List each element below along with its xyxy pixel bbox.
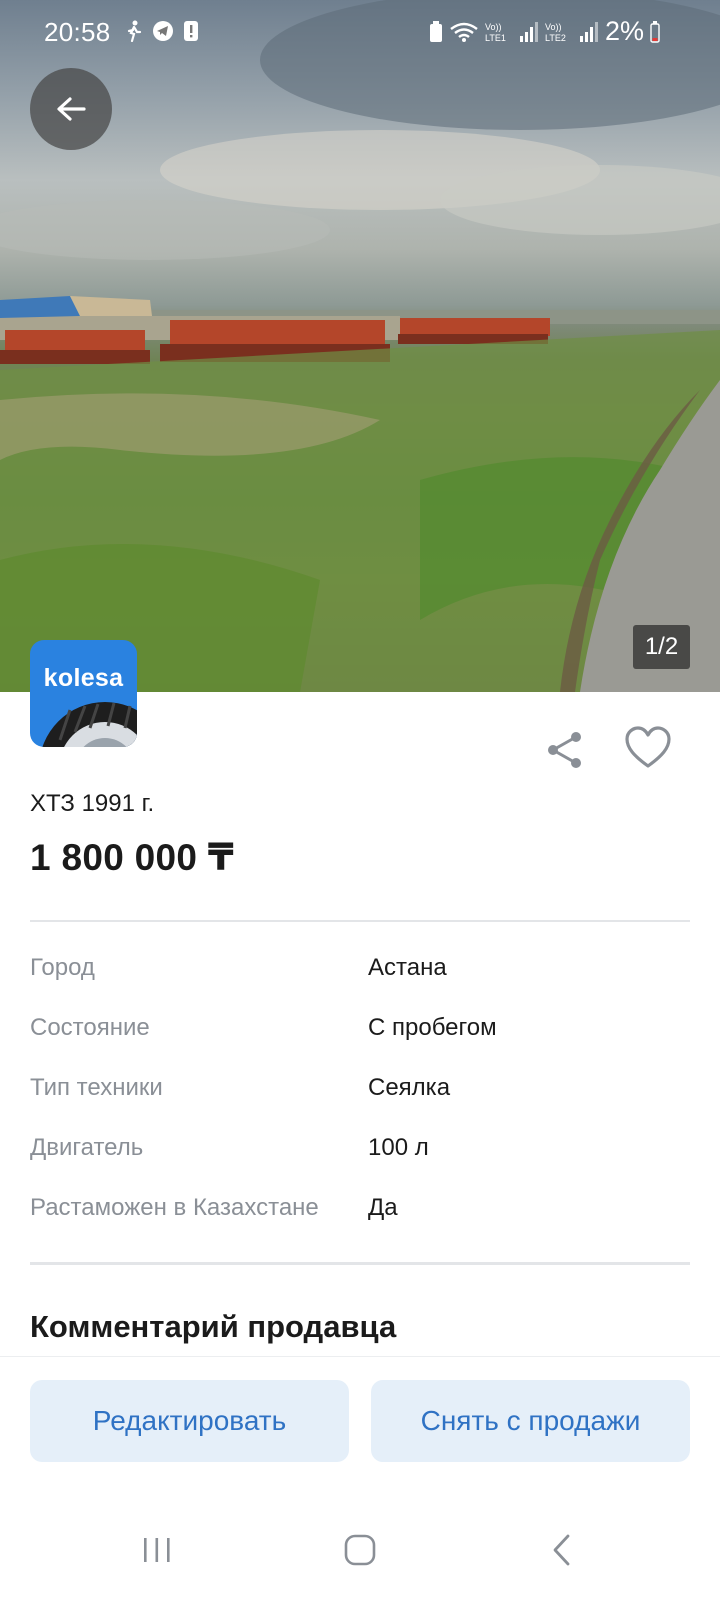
spec-label: Город [30, 954, 95, 981]
spec-value: Сеялка [368, 1074, 451, 1101]
signal-bars-2-icon [579, 21, 598, 42]
spec-row-city: Город Астана [30, 954, 690, 994]
telegram-icon [153, 21, 173, 41]
svg-text:Vo)): Vo)) [485, 22, 502, 32]
wifi-icon [450, 22, 478, 42]
spec-value: Да [368, 1194, 398, 1221]
svg-text:LTE2: LTE2 [545, 33, 566, 43]
status-notification-icons [126, 20, 198, 42]
svg-text:Vo)): Vo)) [545, 22, 562, 32]
spec-row-equipment-type: Тип техники Сеялка [30, 1074, 690, 1114]
spec-label: Тип техники [30, 1074, 163, 1101]
heart-icon [625, 726, 671, 768]
seller-comments-heading: Комментарий продавца [30, 1309, 397, 1344]
alert-icon [184, 21, 198, 41]
home-button[interactable] [343, 1530, 377, 1570]
kolesa-logo: kolesa [30, 640, 137, 747]
spec-row-condition: Состояние С пробегом [30, 1014, 690, 1054]
home-icon [344, 1534, 376, 1566]
spec-value: 100 л [368, 1134, 429, 1161]
tire-graphic [42, 702, 137, 747]
signal-lte1-icon: Vo))LTE1 [485, 22, 506, 43]
battery-low-icon [650, 20, 660, 43]
battery-percentage: 2% [604, 16, 644, 46]
photo-counter: 1/2 [633, 625, 690, 669]
listing-price: 1 800 000 ₸ [30, 837, 234, 878]
recent-apps-button[interactable] [142, 1530, 172, 1570]
spec-row-engine: Двигатель 100 л [30, 1134, 690, 1174]
signal-lte2-icon: Vo))LTE2 [545, 22, 566, 43]
spec-value: Астана [368, 954, 447, 981]
divider [30, 1262, 690, 1265]
chevron-left-icon [553, 1534, 570, 1566]
spec-label: Растаможен в Казахстане [30, 1194, 319, 1221]
svg-text:LTE1: LTE1 [485, 33, 506, 43]
signal-bars-icon [519, 21, 538, 42]
system-back-button[interactable] [548, 1530, 574, 1570]
recent-apps-icon [144, 1538, 170, 1562]
arrow-left-icon [57, 97, 86, 121]
remove-from-sale-button[interactable]: Снять с продажи [371, 1380, 690, 1462]
walking-icon [127, 20, 142, 42]
spec-label: Состояние [30, 1014, 150, 1041]
back-button[interactable] [30, 68, 112, 150]
share-icon [548, 732, 581, 768]
edit-button[interactable]: Редактировать [30, 1380, 349, 1462]
spec-row-customs: Растаможен в Казахстане Да [30, 1194, 690, 1234]
status-time: 20:58 [44, 17, 111, 47]
favorite-button[interactable] [624, 726, 672, 770]
divider [30, 920, 690, 922]
status-system-icons: Vo)) LTE1 Vo)) LTE2 2% [429, 16, 660, 47]
spec-label: Двигатель [30, 1134, 144, 1161]
battery-saver-icon [429, 20, 442, 42]
spec-value: С пробегом [368, 1014, 497, 1041]
status-bar: 20:58 Vo)) LTE1 Vo)) LTE2 2% [0, 0, 720, 62]
listing-title: ХТЗ 1991 г. [30, 790, 155, 817]
share-button[interactable] [543, 728, 587, 772]
